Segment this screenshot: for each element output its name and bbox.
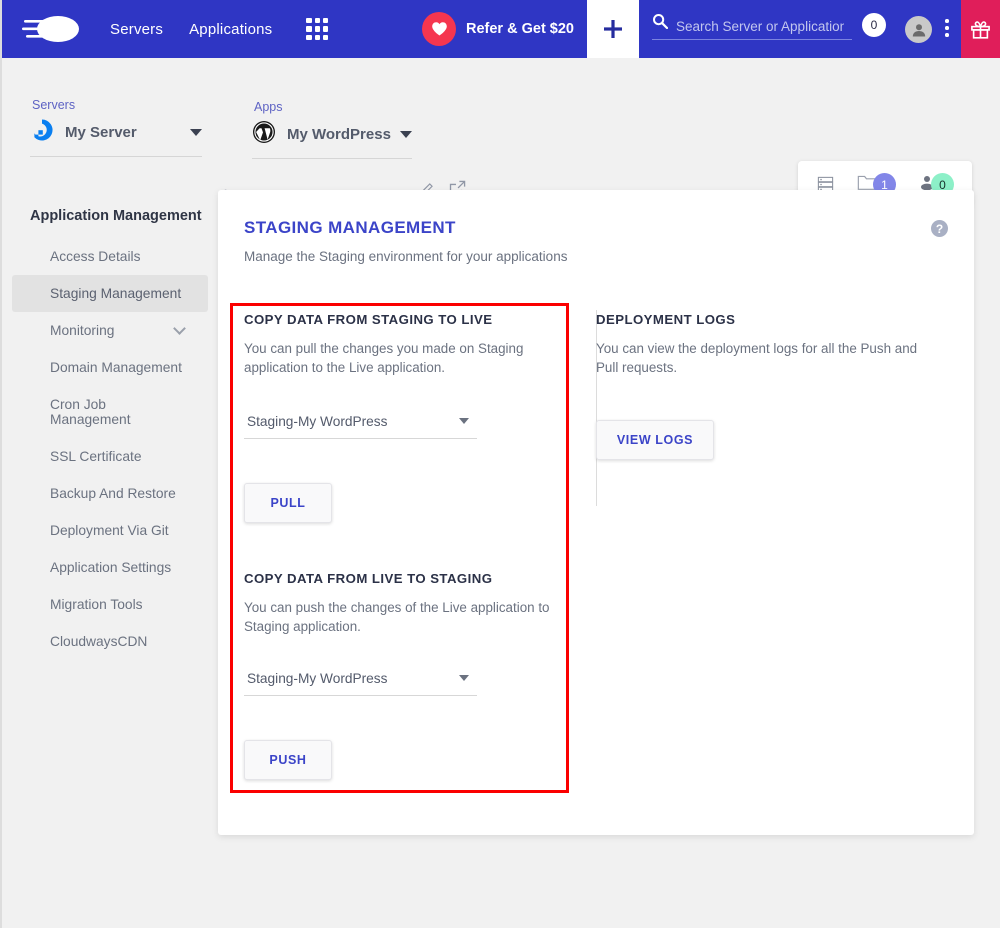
- nav-link-applications[interactable]: Applications: [189, 21, 272, 38]
- apps-grid-icon[interactable]: [306, 18, 329, 40]
- nav-link-servers[interactable]: Servers: [110, 21, 163, 38]
- pull-app-select-value: Staging-My WordPress: [247, 413, 388, 429]
- sidebar-item-label: CloudwaysCDN: [50, 634, 148, 649]
- pull-button[interactable]: PULL: [244, 482, 332, 523]
- view-logs-button[interactable]: VIEW LOGS: [596, 419, 714, 460]
- sidebar-item-deployment-via-git[interactable]: Deployment Via Git: [12, 512, 208, 549]
- pull-section-description: You can pull the changes you made on Sta…: [244, 341, 524, 376]
- logs-section-description: You can view the deployment logs for all…: [596, 341, 918, 376]
- sidebar-item-label: Backup And Restore: [50, 486, 176, 501]
- pull-app-select[interactable]: Staging-My WordPress: [244, 414, 477, 439]
- app-selector[interactable]: My WordPress: [252, 120, 412, 159]
- search-icon: [652, 13, 669, 34]
- breadcrumb-server-label: Servers: [32, 98, 76, 112]
- sidebar-item-label: Deployment Via Git: [50, 523, 169, 538]
- wordpress-icon: [252, 120, 276, 149]
- pull-section-title: COPY DATA FROM STAGING TO LIVE: [244, 312, 493, 327]
- sidebar-item-label: Staging Management: [50, 286, 182, 301]
- sidebar-item-access-details[interactable]: Access Details: [12, 238, 208, 275]
- push-section: COPY DATA FROM LIVE TO STAGING You can p…: [244, 571, 569, 780]
- sidebar-item-domain-management[interactable]: Domain Management: [12, 349, 208, 386]
- sidebar-item-application-settings[interactable]: Application Settings: [12, 549, 208, 586]
- add-new-button[interactable]: [587, 0, 639, 58]
- push-section-title: COPY DATA FROM LIVE TO STAGING: [244, 570, 493, 586]
- sidebar-item-cloudwayscdn[interactable]: CloudwaysCDN: [12, 623, 208, 660]
- refer-and-get-button[interactable]: Refer & Get $20: [422, 0, 574, 58]
- sidebar-item-cron-job-management[interactable]: Cron Job Management: [12, 386, 208, 438]
- staging-actions-column: COPY DATA FROM STAGING TO LIVE You can p…: [244, 312, 569, 780]
- server-dropdown-caret-icon[interactable]: [190, 129, 202, 136]
- pull-section: COPY DATA FROM STAGING TO LIVE You can p…: [244, 312, 569, 523]
- user-avatar-icon[interactable]: [905, 16, 932, 43]
- breadcrumb-app-name: My WordPress: [287, 126, 391, 143]
- breadcrumb-server: Servers My Server: [30, 98, 202, 157]
- breadcrumb-server-name: My Server: [65, 124, 137, 141]
- sidebar-item-label: Monitoring: [50, 323, 115, 338]
- sidebar-item-label: Access Details: [50, 249, 141, 264]
- sidebar-item-label: Domain Management: [50, 360, 182, 375]
- sidebar-item-staging-management[interactable]: Staging Management: [12, 275, 208, 312]
- breadcrumb-app: Apps My WordPress: [252, 100, 412, 159]
- server-selector[interactable]: My Server: [30, 118, 202, 157]
- push-section-description: You can push the changes of the Live app…: [244, 599, 550, 635]
- sidebar-title: Application Management: [30, 208, 202, 224]
- chevron-down-icon: [459, 675, 469, 682]
- sidebar-item-backup-and-restore[interactable]: Backup And Restore: [12, 475, 208, 512]
- breadcrumb-app-label: Apps: [254, 100, 283, 114]
- server-droplet-icon: [30, 118, 54, 147]
- sidebar-item-label: Application Settings: [50, 560, 172, 575]
- top-navigation-bar: Servers Applications Refer & Get $20 Sea…: [2, 0, 1000, 58]
- sidebar-item-monitoring[interactable]: Monitoring: [12, 312, 208, 349]
- refer-label: Refer & Get $20: [466, 21, 574, 37]
- sidebar-item-label: SSL Certificate: [50, 449, 142, 464]
- chevron-down-icon: [459, 418, 469, 425]
- app-page: Servers Applications Refer & Get $20 Sea…: [0, 0, 1000, 928]
- heart-icon: [422, 12, 456, 46]
- sidebar-item-ssl-certificate[interactable]: SSL Certificate: [12, 438, 208, 475]
- push-app-select-value: Staging-My WordPress: [247, 670, 388, 686]
- page-title: STAGING MANAGEMENT: [244, 218, 456, 237]
- help-question-icon[interactable]: ?: [931, 220, 948, 237]
- plus-icon: [604, 20, 622, 38]
- sidebar-item-migration-tools[interactable]: Migration Tools: [12, 586, 208, 623]
- push-app-select[interactable]: Staging-My WordPress: [244, 671, 477, 696]
- search-field-wrapper[interactable]: [652, 13, 852, 40]
- sidebar-item-label: Cron Job Management: [50, 397, 131, 427]
- app-dropdown-caret-icon[interactable]: [400, 131, 412, 138]
- logs-section-title: DEPLOYMENT LOGS: [596, 312, 736, 327]
- breadcrumb: Servers My Server › Apps: [2, 58, 1000, 208]
- gift-icon[interactable]: [961, 0, 1000, 58]
- sidebar: Application Management Access Details Sta…: [2, 190, 218, 660]
- chevron-down-icon[interactable]: [173, 322, 186, 335]
- cloudways-logo[interactable]: [22, 12, 84, 46]
- sidebar-item-label: Migration Tools: [50, 597, 143, 612]
- more-vertical-icon[interactable]: [945, 19, 949, 40]
- search-area: 0: [652, 13, 886, 40]
- push-button[interactable]: PUSH: [244, 739, 332, 780]
- page-subtitle: Manage the Staging environment for your …: [244, 249, 568, 264]
- deployment-logs-column: DEPLOYMENT LOGS You can view the deploym…: [596, 312, 936, 460]
- search-count-badge[interactable]: 0: [862, 13, 886, 37]
- staging-management-panel: STAGING MANAGEMENT Manage the Staging en…: [218, 190, 974, 835]
- search-input[interactable]: [676, 19, 844, 34]
